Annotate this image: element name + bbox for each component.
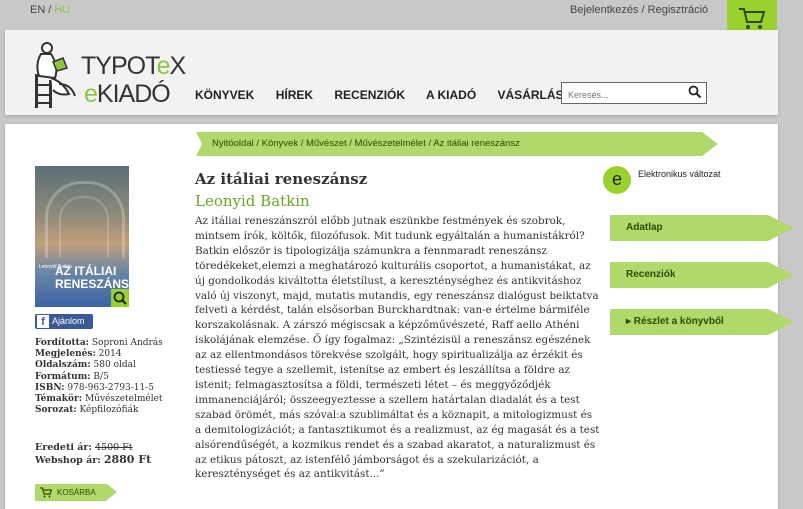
webshop-price: Webshop ár: 2880 Ft: [35, 453, 152, 467]
logo-text-typotex: TYPOTeX: [81, 52, 186, 80]
search-icon[interactable]: [688, 85, 702, 99]
facebook-icon: f: [37, 315, 49, 328]
zoom-button[interactable]: [111, 289, 129, 307]
cover-title: AZ ITÁLIAI RENESZÁNSZ: [55, 264, 129, 291]
lang-en-link[interactable]: EN: [30, 4, 45, 16]
meta-row-topic: Témakör: Művészetelmélet: [35, 394, 163, 405]
reader-logo-icon: [35, 42, 76, 108]
nav-item-vasarlas[interactable]: VÁSÁRLÁS: [498, 88, 564, 102]
price-block: Eredeti ár: 4500 Ft Webshop ár: 2880 Ft: [35, 442, 151, 467]
login-register-link[interactable]: Bejelentkezés / Regisztráció: [570, 4, 708, 16]
logo[interactable]: TYPOTeX eKIADÓ: [29, 40, 186, 110]
header: TYPOTeX eKIADÓ KÖNYVEK HÍREK RECENZIÓK A…: [5, 30, 778, 115]
meta-row-pages: Oldalszám: 580 oldal: [35, 360, 136, 371]
breadcrumb[interactable]: Nyitóoldal / Könyvek / Művészet / Művész…: [196, 132, 718, 156]
ebook-icon: e: [603, 166, 631, 194]
nav-item-a-kiado[interactable]: A KIADÓ: [426, 88, 476, 102]
meta-row-format: Formátum: B/5: [35, 371, 109, 382]
tab-reszlet[interactable]: ▸ Részlet a könyvből: [610, 309, 794, 335]
lang-separator: /: [48, 4, 52, 16]
tab-recenziok[interactable]: Recenziók: [610, 262, 794, 288]
meta-row-translator: Fordította: Soproni András: [35, 338, 163, 348]
book-title: Az itáliai reneszánsz: [195, 170, 368, 188]
facebook-recommend-button[interactable]: f Ajánlom: [35, 314, 93, 329]
zoom-icon: [113, 291, 127, 305]
ebook-label: Elektronikus változat: [638, 169, 721, 179]
search-input[interactable]: [562, 86, 689, 104]
cart-icon: [40, 487, 52, 498]
meta-row-series: Sorozat: Képfilozófiák: [35, 405, 139, 416]
cart-icon: [739, 8, 766, 29]
nav-item-hirek[interactable]: HÍREK: [276, 88, 313, 102]
book-description: Az itáliai reneszánszról előbb jutnak es…: [195, 215, 600, 481]
facebook-recommend-label: Ajánlom: [52, 316, 85, 326]
language-switch: EN / HU: [30, 4, 70, 16]
main-nav: KÖNYVEK HÍREK RECENZIÓK A KIADÓ VÁSÁRLÁS: [195, 88, 582, 102]
meta-row-published: Megjelenés: 2014: [35, 349, 122, 360]
logo-text-ekiado: eKIADÓ: [84, 80, 171, 108]
tab-adatlap[interactable]: Adatlap: [610, 215, 794, 241]
add-to-cart-label: KOSÁRBA: [57, 488, 96, 497]
meta-row-isbn: ISBN: 978-963-2793-11-5: [35, 382, 155, 393]
add-to-cart-button[interactable]: KOSÁRBA: [35, 484, 117, 501]
cover-arch-inner-decoration: [59, 196, 109, 258]
search-box: [561, 82, 707, 104]
book-author[interactable]: Leonyid Batkin: [195, 192, 310, 210]
book-cover[interactable]: Leonyid Batkin AZ ITÁLIAI RENESZÁNSZ: [35, 166, 129, 307]
lang-hu-link[interactable]: HU: [54, 4, 70, 16]
top-bar: EN / HU Bejelentkezés / Regisztráció: [0, 0, 803, 28]
nav-item-konyvek[interactable]: KÖNYVEK: [195, 88, 254, 102]
nav-item-recenziok[interactable]: RECENZIÓK: [334, 88, 405, 102]
book-metadata: Fordította: Soproni András Megjelenés: 2…: [35, 338, 163, 416]
